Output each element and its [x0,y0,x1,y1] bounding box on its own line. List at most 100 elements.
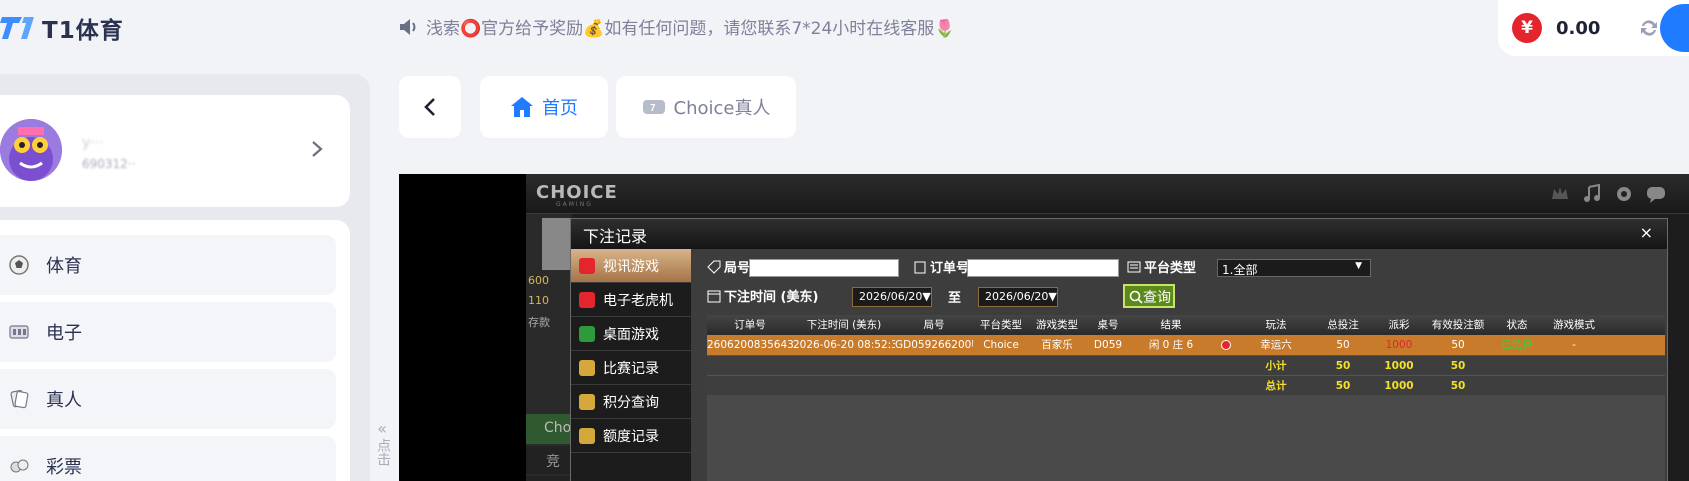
sidebar-item-lottery[interactable]: 彩票 [0,436,336,481]
col-game-mode: 游戏模式 [1553,319,1595,331]
platform-label: 平台类型 [1127,257,1196,276]
collapse-handle[interactable]: «点击 [374,420,391,470]
player-stat: 110 [528,294,549,307]
col-table: 桌号 [1097,319,1119,331]
subtotal-row: 小计 50 1000 50 [707,355,1665,375]
cell-platform: Choice [983,339,1019,351]
cell-result: 闲 0 庄 6 [1148,339,1194,351]
col-play: 玩法 [1265,319,1287,331]
cell-total-bet: 50 [1336,339,1350,351]
total-label: 总计 [1265,380,1287,392]
refresh-icon[interactable] [1638,17,1660,39]
lobby-tab[interactable]: 欧洲 [526,476,572,481]
poker-icon [579,257,595,274]
cell-payout: 1000 [1385,339,1413,351]
subtotal-label: 小计 [1265,360,1287,372]
date-to-select[interactable]: 2026/06/20▼ [978,287,1058,307]
nav-label: 桌面游戏 [603,326,659,343]
table-header: 订单号 下注时间 (美东) 局号 平台类型 游戏类型 桌号 结果 玩法 总投注 … [707,315,1665,335]
sidebar-item-label: 彩票 [46,457,82,478]
time-label: 下注时间 (美东) [707,286,818,305]
nav-label: 积分查询 [603,394,659,411]
slot-machine-icon [579,291,595,308]
table-row[interactable]: 260620083564393 2026-06-20 08:52:37 GD05… [707,335,1665,355]
date-from-select[interactable]: 2026/06/20▼ [852,287,932,307]
col-valid-bet: 有效投注额 [1431,319,1485,331]
music-icon[interactable] [1582,183,1602,204]
cell-game-type: 百家乐 [1041,339,1073,351]
back-button[interactable] [399,76,461,138]
order-input[interactable] [967,259,1119,277]
cell-order: 260620083564393 [707,339,793,351]
sidebar-item-label: 电子 [46,323,82,344]
nav-match-records[interactable]: 比赛记录 [571,351,691,385]
lobby-tab[interactable]: 竞 [526,446,572,474]
subtotal-valid: 50 [1450,360,1466,372]
user-id: 690312·· [82,157,136,171]
t1-logo-icon [0,13,36,43]
col-total-bet: 总投注 [1327,319,1359,331]
col-time: 下注时间 (美东) [806,319,882,331]
notice-bar: 浅索⭕官方给予奖励💰如有任何问题，请您联系7*24小时在线客服🌷 [398,14,955,39]
balance-amount: 0.00 [1556,17,1601,39]
page: T1体育 浅索⭕官方给予奖励💰如有任何问题，请您联系7*24小时在线客服🌷 ¥ … [0,0,1689,481]
profile-card[interactable]: y··· 690312·· [0,95,350,207]
replay-icon[interactable] [1211,335,1241,355]
total-valid: 50 [1450,380,1466,392]
choice-logo: CHOICE [536,182,618,203]
round-input[interactable] [749,259,899,277]
home-icon [511,97,533,117]
subtotal-payout: 1000 [1384,360,1414,372]
ticket-icon [579,359,595,376]
sidebar-item-live[interactable]: 真人 [0,369,336,429]
logo[interactable]: T1体育 [0,10,124,46]
nav-live-games[interactable]: 视讯游戏 [571,249,691,283]
col-order: 订单号 [734,319,766,331]
nav-label: 电子老虎机 [603,292,673,309]
crown-icon[interactable] [1550,184,1570,204]
nav-menu: 体育 电子 真人 彩票 [0,220,350,481]
subtotal-bet: 50 [1335,360,1351,372]
nav-table-games[interactable]: 桌面游戏 [571,317,691,351]
chat-icon[interactable] [1646,184,1666,204]
close-icon[interactable]: × [1640,223,1653,242]
game-topbar: CHOICE GAMING [526,174,1689,214]
cell-table: D059 [1093,339,1123,351]
cell-play: 幸运六 [1260,339,1292,351]
sidebar-item-sports[interactable]: 体育 [0,235,336,295]
sidebar-item-slots[interactable]: 电子 [0,302,336,362]
clipboard-icon [914,261,926,273]
tab-choice-label: Choice真人 [673,98,771,119]
game-tab-icon: 7 [642,100,665,114]
gear-icon[interactable] [1614,184,1634,204]
tag-icon [707,260,721,274]
nav-slots[interactable]: 电子老虎机 [571,283,691,317]
col-payout: 派彩 [1388,319,1410,331]
cell-time: 2026-06-20 08:52:37 [793,339,895,351]
diamond-icon [579,393,595,410]
col-status: 状态 [1506,319,1528,331]
tab-home[interactable]: 首页 [480,76,608,138]
nav-credit-records[interactable]: 额度记录 [571,419,691,453]
player-stat: 存款 [528,316,550,329]
cell-round: GD059266200UF [895,339,973,351]
lottery-icon [10,459,29,473]
search-form: 局号 订单号 平台类型 1.全部 ▼ 下注时间 (美东) 2026/06/20▼ … [691,249,1667,311]
dealer-photo [542,218,572,270]
total-row: 总计 50 1000 50 [707,375,1665,395]
record-type-nav: 视讯游戏 电子老虎机 桌面游戏 比赛记录 积分查询 额度记录 [571,249,691,481]
tab-choice[interactable]: 7 Choice真人 [616,76,796,138]
svg-text:7: 7 [650,103,656,114]
soccer-ball-icon [9,255,29,275]
order-label: 订单号 [913,257,969,276]
player-panel: 600 110 存款 Cho 竞 欧洲 [526,214,572,481]
dialog-title: 下注记录 [571,219,1667,249]
total-bet: 50 [1335,380,1351,392]
nav-points[interactable]: 积分查询 [571,385,691,419]
chevron-right-icon[interactable] [310,139,324,159]
document-icon [579,427,595,444]
lobby-tab[interactable]: Cho [526,414,572,444]
yen-icon: ¥ [1512,13,1542,43]
platform-select[interactable]: 1.全部 ▼ [1217,259,1371,277]
query-button[interactable]: 查询 [1123,284,1175,308]
